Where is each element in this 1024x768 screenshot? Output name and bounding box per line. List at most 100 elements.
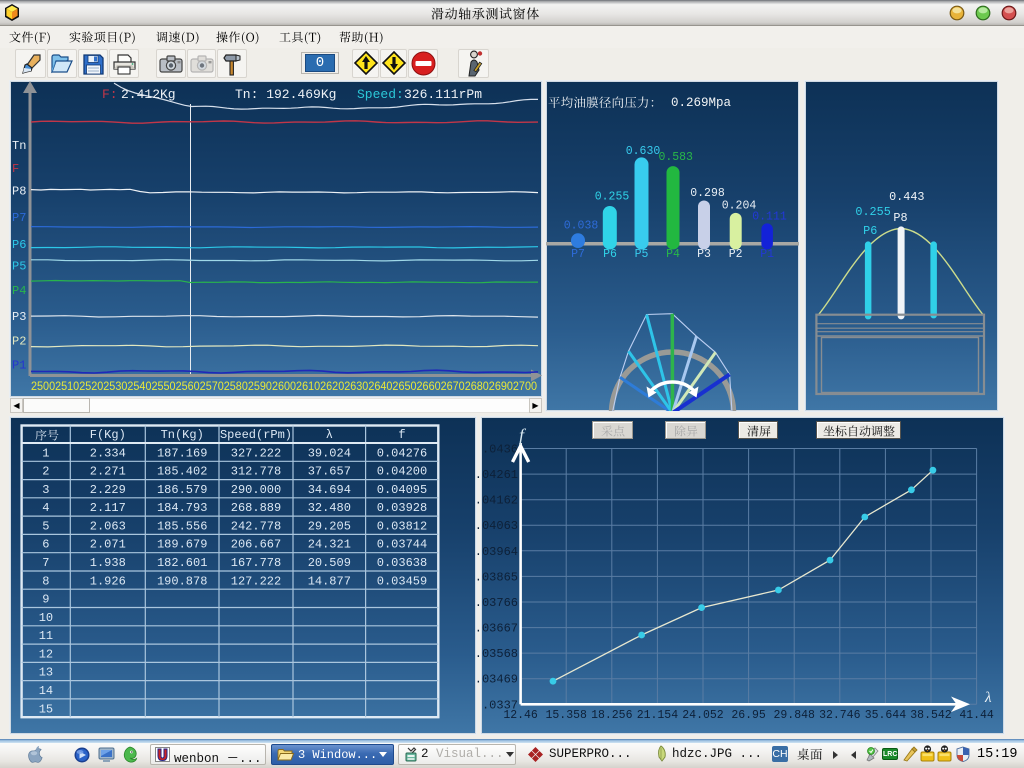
svg-text:18.256: 18.256 — [591, 709, 633, 722]
svg-text:15.358: 15.358 — [545, 709, 587, 722]
svg-text:6: 6 — [42, 538, 49, 552]
svg-text:187.169: 187.169 — [157, 446, 207, 460]
svg-text:.03568: .03568 — [475, 647, 518, 661]
svg-text:2: 2 — [42, 465, 49, 479]
svg-text:21.154: 21.154 — [637, 709, 679, 722]
svg-text:14.877: 14.877 — [308, 574, 351, 588]
svg-text:0.04095: 0.04095 — [377, 483, 427, 497]
svg-text:f: f — [519, 425, 527, 445]
svg-text:0.443: 0.443 — [889, 190, 924, 204]
svg-text:0.03812: 0.03812 — [377, 520, 427, 534]
svg-text:41.44: 41.44 — [959, 709, 994, 722]
svg-text:8: 8 — [42, 574, 49, 588]
svg-text:29.205: 29.205 — [308, 520, 351, 534]
svg-text:Speed(rPm): Speed(rPm) — [220, 428, 292, 442]
svg-text:P7: P7 — [12, 211, 26, 225]
svg-text:P7: P7 — [571, 248, 585, 261]
svg-text:24.321: 24.321 — [308, 538, 351, 552]
svg-text:127.222: 127.222 — [231, 574, 281, 588]
svg-text:Tn: 192.469Kg: Tn: 192.469Kg — [235, 87, 336, 102]
svg-text:167.778: 167.778 — [231, 556, 281, 570]
svg-text:P5: P5 — [635, 248, 649, 261]
svg-text:P3: P3 — [12, 310, 26, 324]
svg-text:λ: λ — [984, 690, 992, 706]
svg-text:185.556: 185.556 — [157, 520, 207, 534]
svg-text:P2: P2 — [729, 248, 743, 261]
svg-text:12.46: 12.46 — [503, 709, 538, 722]
svg-text:P5: P5 — [12, 260, 26, 274]
svg-text:.03964: .03964 — [475, 545, 518, 559]
svg-text:F:: F: — [102, 87, 118, 102]
svg-text:f: f — [398, 428, 405, 442]
svg-text:1.938: 1.938 — [90, 556, 126, 570]
svg-text:190.878: 190.878 — [157, 574, 207, 588]
svg-text:1.926: 1.926 — [90, 574, 126, 588]
svg-text:182.601: 182.601 — [157, 556, 207, 570]
svg-text:0.04200: 0.04200 — [377, 465, 427, 479]
svg-text:32.480: 32.480 — [308, 501, 351, 515]
svg-text:290.000: 290.000 — [231, 483, 281, 497]
svg-text:189.679: 189.679 — [157, 538, 207, 552]
svg-text:7: 7 — [42, 556, 49, 570]
svg-text:Speed:: Speed: — [357, 87, 404, 102]
svg-text:P4: P4 — [666, 248, 680, 261]
svg-text:λ: λ — [326, 428, 333, 442]
svg-text:0.03928: 0.03928 — [377, 501, 427, 515]
svg-text:P8: P8 — [893, 211, 907, 225]
svg-text:37.657: 37.657 — [308, 465, 351, 479]
svg-text:29.848: 29.848 — [773, 709, 815, 722]
svg-text:24.052: 24.052 — [682, 709, 724, 722]
svg-text:0.204: 0.204 — [722, 200, 757, 213]
svg-text:268.889: 268.889 — [231, 501, 281, 515]
svg-text:1: 1 — [42, 446, 49, 460]
svg-text:P6: P6 — [603, 248, 617, 261]
svg-text:P1: P1 — [12, 358, 26, 372]
svg-text:2.334: 2.334 — [90, 446, 126, 460]
svg-text:2.063: 2.063 — [90, 520, 126, 534]
svg-text:0.111: 0.111 — [752, 211, 787, 224]
svg-text:326.111rPm: 326.111rPm — [404, 87, 482, 102]
svg-text:14: 14 — [39, 684, 53, 698]
svg-text:38.542: 38.542 — [910, 709, 952, 722]
svg-text:312.778: 312.778 — [231, 465, 281, 479]
svg-text:184.793: 184.793 — [157, 501, 207, 515]
svg-text:206.667: 206.667 — [231, 538, 281, 552]
svg-text:12: 12 — [39, 647, 53, 661]
svg-text:186.579: 186.579 — [157, 483, 207, 497]
svg-text:2.412Kg: 2.412Kg — [121, 87, 176, 102]
svg-text:P4: P4 — [12, 284, 26, 298]
svg-text:F(Kg): F(Kg) — [90, 428, 126, 442]
svg-text:2.071: 2.071 — [90, 538, 126, 552]
svg-text:0.583: 0.583 — [658, 151, 693, 164]
svg-text:26.95: 26.95 — [731, 709, 766, 722]
svg-text:4: 4 — [42, 501, 49, 515]
svg-text:250025102520253025402550256025: 2500251025202530254025502560257025802590… — [31, 379, 537, 393]
svg-text:0.630: 0.630 — [626, 145, 661, 158]
svg-text:.03667: .03667 — [475, 622, 518, 636]
svg-text:0.03638: 0.03638 — [377, 556, 427, 570]
svg-text:13: 13 — [39, 666, 53, 680]
svg-text:327.222: 327.222 — [231, 446, 281, 460]
svg-text:.03865: .03865 — [475, 570, 518, 584]
svg-text:0.255: 0.255 — [595, 191, 630, 204]
svg-text:2.117: 2.117 — [90, 501, 126, 515]
svg-text:15: 15 — [39, 702, 53, 716]
svg-text:0.255: 0.255 — [855, 205, 890, 219]
svg-text:185.402: 185.402 — [157, 465, 207, 479]
svg-text:242.778: 242.778 — [231, 520, 281, 534]
svg-text:.0436: .0436 — [482, 443, 518, 457]
svg-text:F: F — [12, 162, 19, 176]
svg-text:P6: P6 — [863, 224, 877, 238]
svg-text:.04261: .04261 — [475, 468, 518, 482]
svg-text:.03766: .03766 — [475, 596, 518, 610]
svg-text:0.03744: 0.03744 — [377, 538, 427, 552]
svg-text:.04162: .04162 — [475, 494, 518, 508]
svg-text:2.229: 2.229 — [90, 483, 126, 497]
svg-text:10: 10 — [39, 611, 53, 625]
svg-text:39.024: 39.024 — [308, 446, 351, 460]
svg-text:Tn: Tn — [12, 139, 26, 153]
svg-text:0.298: 0.298 — [690, 187, 725, 200]
svg-text:P3: P3 — [697, 248, 711, 261]
svg-text:35.644: 35.644 — [865, 709, 907, 722]
svg-text:3: 3 — [42, 483, 49, 497]
